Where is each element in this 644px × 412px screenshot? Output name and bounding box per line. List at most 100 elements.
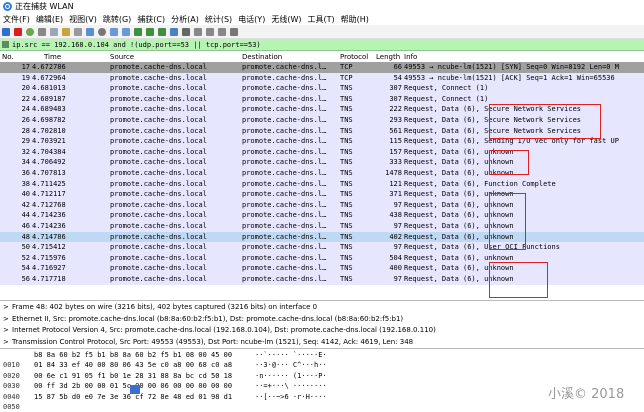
- packet-row[interactable]: 46 4.714236 promote.cache-dns.local promote…: [0, 221, 644, 232]
- packet-cell-info: Request, Data (6), unknown: [404, 211, 514, 220]
- packet-row[interactable]: 22 4.689187 promote.cache-dns.local promote…: [0, 93, 644, 105]
- menu-analyze[interactable]: 分析(A): [171, 14, 199, 25]
- expand-arrow-icon[interactable]: >: [3, 314, 9, 326]
- packet-row[interactable]: 48 4.714786 promote.cache-dns.local promote…: [0, 231, 644, 243]
- packet-cell-src: promote.cache-dns.local: [110, 73, 207, 82]
- detail-row-tcp[interactable]: > Transmission Control Protocol, Src Port…: [0, 337, 644, 349]
- packet-cell-time: 4.716927: [32, 264, 66, 273]
- hex-ascii: ·n······ (1····P·: [255, 371, 327, 380]
- menu-edit[interactable]: 编辑(E): [36, 14, 63, 25]
- detail-row-frame[interactable]: > Frame 48: 402 bytes on wire (3216 bits)…: [0, 302, 644, 314]
- normal-size-icon[interactable]: [218, 27, 226, 36]
- packet-row[interactable]: 17 4.672786 promote.cache-dns.local promote…: [0, 62, 644, 73]
- packet-cell-proto: TNS: [340, 94, 353, 103]
- hex-ascii: ··[··~>6 ·r·H····: [255, 392, 327, 401]
- menu-help[interactable]: 帮助(H): [341, 14, 369, 25]
- packet-row[interactable]: 40 4.712117 promote.cache-dns.local promote…: [0, 189, 644, 200]
- hex-row[interactable]: 0020 00 6e c1 91 05 f1 b0 1e 28 31 88 8a …: [0, 371, 644, 381]
- find-packet-icon[interactable]: [98, 27, 106, 36]
- expand-arrow-icon[interactable]: >: [3, 325, 9, 337]
- packet-cell-dst: promote.cache-dns.l…: [242, 179, 327, 188]
- packet-row[interactable]: 34 4.706492 promote.cache-dns.local promote…: [0, 157, 644, 168]
- packet-row[interactable]: 36 4.707813 promote.cache-dns.local promote…: [0, 168, 644, 179]
- packet-row[interactable]: 54 4.716927 promote.cache-dns.local promote…: [0, 263, 644, 274]
- column-no[interactable]: No.: [2, 53, 14, 61]
- packet-cell-time: 4.712117: [32, 190, 66, 199]
- menu-statistics[interactable]: 统计(S): [205, 14, 232, 25]
- resize-columns-icon[interactable]: [230, 27, 238, 36]
- close-file-icon[interactable]: [74, 27, 82, 36]
- packet-cell-info: Request, Data (6), Sending I/O Vec only …: [404, 137, 619, 146]
- packet-row[interactable]: 44 4.714236 promote.cache-dns.local promote…: [0, 210, 644, 221]
- reload-icon[interactable]: [86, 27, 94, 36]
- packet-cell-info: 49553 → ncube-lm(1521) [SYN] Seq=0 Win=8…: [404, 63, 619, 71]
- menu-view[interactable]: 视图(V): [69, 14, 97, 25]
- packet-row[interactable]: 50 4.715412 promote.cache-dns.local promote…: [0, 242, 644, 253]
- column-length[interactable]: Length: [376, 53, 400, 61]
- menu-telephony[interactable]: 电话(Y): [238, 14, 265, 25]
- bookmark-icon[interactable]: [2, 41, 9, 48]
- packet-cell-src: promote.cache-dns.local: [110, 84, 207, 93]
- packet-row[interactable]: 24 4.689483 promote.cache-dns.local promote…: [0, 104, 644, 115]
- packet-row[interactable]: 56 4.717718 promote.cache-dns.local promote…: [0, 274, 644, 285]
- column-info[interactable]: Info: [404, 53, 417, 61]
- hex-row[interactable]: 0050: [0, 402, 644, 412]
- display-filter-input[interactable]: ip.src == 192.168.0.104 and !(udp.port==…: [12, 41, 261, 49]
- column-protocol[interactable]: Protocol: [340, 53, 368, 61]
- first-packet-icon[interactable]: [146, 27, 154, 36]
- packet-cell-no: 38: [21, 179, 30, 188]
- packet-cell-no: 22: [21, 94, 30, 103]
- packet-cell-no: 24: [21, 105, 30, 114]
- packet-cell-src: promote.cache-dns.local: [110, 200, 207, 209]
- zoom-in-icon[interactable]: [194, 27, 202, 36]
- packet-row[interactable]: 52 4.715976 promote.cache-dns.local promote…: [0, 252, 644, 264]
- packet-cell-no: 29: [21, 137, 30, 146]
- hex-off: 0010: [3, 361, 20, 370]
- packet-row[interactable]: 42 4.712768 promote.cache-dns.local promote…: [0, 199, 644, 211]
- menu-go[interactable]: 跳转(G): [103, 14, 131, 25]
- options-icon[interactable]: [38, 27, 46, 36]
- stop-capture-icon[interactable]: [14, 27, 22, 36]
- packet-row[interactable]: 20 4.681013 promote.cache-dns.local promote…: [0, 83, 644, 94]
- packet-cell-info: Request, Data (6), unknown: [404, 232, 514, 241]
- display-filter-bar[interactable]: ip.src == 192.168.0.104 and !(udp.port==…: [0, 39, 644, 51]
- window-title: 正在捕获 WLAN: [15, 2, 74, 11]
- restart-capture-icon[interactable]: [26, 27, 34, 36]
- packet-cell-dst: promote.cache-dns.l…: [242, 190, 327, 199]
- packet-row[interactable]: 38 4.711425 promote.cache-dns.local promote…: [0, 178, 644, 190]
- packet-cell-info: Request, Data (6), unknown: [404, 190, 514, 199]
- column-destination[interactable]: Destination: [242, 53, 282, 61]
- menu-wireless[interactable]: 无线(W): [271, 14, 301, 25]
- detail-row-ipv4[interactable]: > Internet Protocol Version 4, Src: promo…: [0, 325, 644, 337]
- hex-row[interactable]: 0010 01 84 33 ef 40 00 80 06 43 5e c0 a8 …: [0, 360, 644, 370]
- expand-arrow-icon[interactable]: >: [3, 302, 9, 314]
- last-packet-icon[interactable]: [158, 27, 166, 36]
- packet-row[interactable]: 28 4.702810 promote.cache-dns.local promote…: [0, 125, 644, 137]
- packet-row[interactable]: 32 4.704384 promote.cache-dns.local promote…: [0, 146, 644, 158]
- open-file-icon[interactable]: [50, 27, 58, 36]
- zoom-out-icon[interactable]: [206, 27, 214, 36]
- go-to-packet-icon[interactable]: [134, 27, 142, 36]
- packet-row[interactable]: 19 4.672964 promote.cache-dns.local promote…: [0, 72, 644, 84]
- hex-row[interactable]: b8 8a 60 b2 f5 b1 b8 8a 60 b2 f5 b1 08 0…: [0, 350, 644, 360]
- packet-row[interactable]: 26 4.698782 promote.cache-dns.local promote…: [0, 115, 644, 126]
- detail-row-ethernet[interactable]: > Ethernet II, Src: promote.cache-dns.loc…: [0, 314, 644, 326]
- colorize-icon[interactable]: [182, 27, 190, 36]
- column-source[interactable]: Source: [110, 53, 134, 61]
- column-time[interactable]: Time: [44, 53, 61, 61]
- expand-arrow-icon[interactable]: >: [3, 337, 9, 349]
- menu-file[interactable]: 文件(F): [3, 14, 30, 25]
- menu-tools[interactable]: 工具(T): [307, 14, 334, 25]
- packet-cell-info: Request, Data (6), Function Complete: [404, 179, 556, 188]
- packet-row[interactable]: 29 4.703921 promote.cache-dns.local promote…: [0, 136, 644, 147]
- go-forward-icon[interactable]: [122, 27, 130, 36]
- start-capture-icon[interactable]: [2, 27, 10, 36]
- autoscroll-icon[interactable]: [170, 27, 178, 36]
- save-file-icon[interactable]: [62, 27, 70, 36]
- go-back-icon[interactable]: [110, 27, 118, 36]
- packet-cell-len: 307: [389, 84, 402, 93]
- menu-capture[interactable]: 捕获(C): [137, 14, 165, 25]
- packet-cell-dst: promote.cache-dns.l…: [242, 126, 327, 135]
- hex-off: 0040: [3, 392, 20, 401]
- packet-cell-info: Request, Data (6), unknown: [404, 200, 514, 209]
